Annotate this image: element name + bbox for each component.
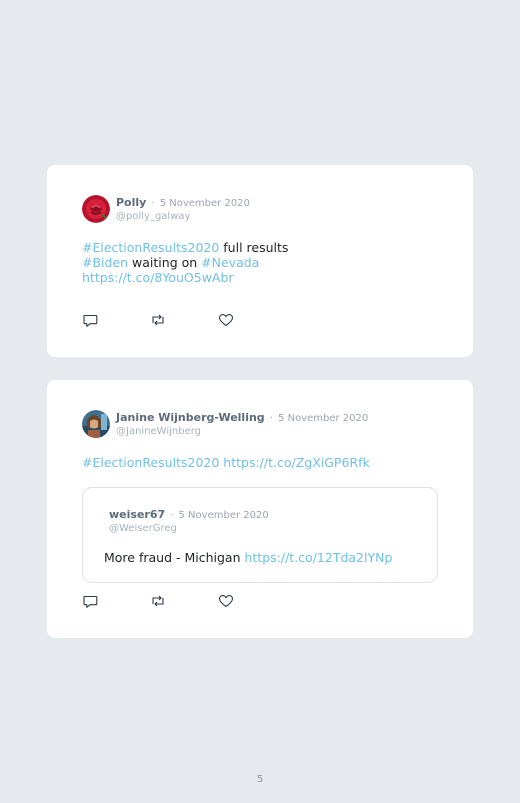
tweet-author: Janine Wijnberg-Welling · 5 November 202…: [116, 409, 368, 438]
author-handle[interactable]: @WeiserGreg: [109, 522, 269, 535]
retweet-icon[interactable]: [150, 593, 166, 609]
author-name[interactable]: Janine Wijnberg-Welling: [116, 411, 265, 424]
url-link[interactable]: https://t.co/8YouO5wAbr: [82, 270, 234, 285]
tweet-card: Janine Wijnberg-Welling · 5 November 202…: [47, 380, 473, 638]
avatar[interactable]: [82, 409, 110, 438]
tweet-header: Polly · 5 November 2020 @polly_galway: [82, 194, 250, 223]
tweet-card: Polly · 5 November 2020 @polly_galway #E…: [47, 165, 473, 357]
tweet-text: #ElectionResults2020 full results #Biden…: [82, 240, 288, 285]
tweet-text-segment: full results: [219, 240, 289, 255]
tweet-author: Polly · 5 November 2020 @polly_galway: [116, 194, 250, 223]
url-link[interactable]: https://t.co/12Tda2lYNp: [245, 550, 393, 565]
quoted-tweet-author: weiser67 · 5 November 2020 @WeiserGreg: [109, 506, 269, 535]
reply-icon[interactable]: [82, 312, 98, 328]
url-link[interactable]: https://t.co/ZgXiGP6Rfk: [223, 455, 369, 470]
page-number: 5: [256, 774, 264, 785]
like-icon[interactable]: [218, 312, 234, 328]
tweet-actions: [82, 312, 234, 328]
hashtag-link[interactable]: #ElectionResults2020: [82, 240, 219, 255]
tweet-date[interactable]: 5 November 2020: [179, 510, 269, 521]
tweet-actions: [82, 593, 234, 609]
avatar[interactable]: [82, 194, 110, 223]
reply-icon[interactable]: [82, 593, 98, 609]
like-icon[interactable]: [218, 593, 234, 609]
tweet-date[interactable]: 5 November 2020: [278, 413, 368, 424]
tweet-text-segment: waiting on: [128, 255, 202, 270]
author-name[interactable]: weiser67: [109, 508, 165, 521]
quoted-tweet[interactable]: weiser67 · 5 November 2020 @WeiserGreg M…: [82, 487, 438, 583]
tweet-text: #ElectionResults2020 https://t.co/ZgXiGP…: [82, 455, 370, 470]
separator: ·: [170, 510, 174, 521]
author-handle[interactable]: @JanineWijnberg: [116, 425, 368, 438]
tweet-date[interactable]: 5 November 2020: [160, 198, 250, 209]
tweet-header: Janine Wijnberg-Welling · 5 November 202…: [82, 409, 368, 438]
separator: ·: [151, 198, 155, 209]
author-handle[interactable]: @polly_galway: [116, 210, 250, 223]
separator: ·: [269, 413, 273, 424]
hashtag-link[interactable]: #ElectionResults2020: [82, 455, 219, 470]
hashtag-link[interactable]: #Nevada: [201, 255, 259, 270]
tweet-text-segment: More fraud - Michigan: [104, 550, 245, 565]
quoted-tweet-text: More fraud - Michigan https://t.co/12Tda…: [104, 550, 392, 565]
retweet-icon[interactable]: [150, 312, 166, 328]
hashtag-link[interactable]: #Biden: [82, 255, 128, 270]
author-name[interactable]: Polly: [116, 196, 146, 209]
